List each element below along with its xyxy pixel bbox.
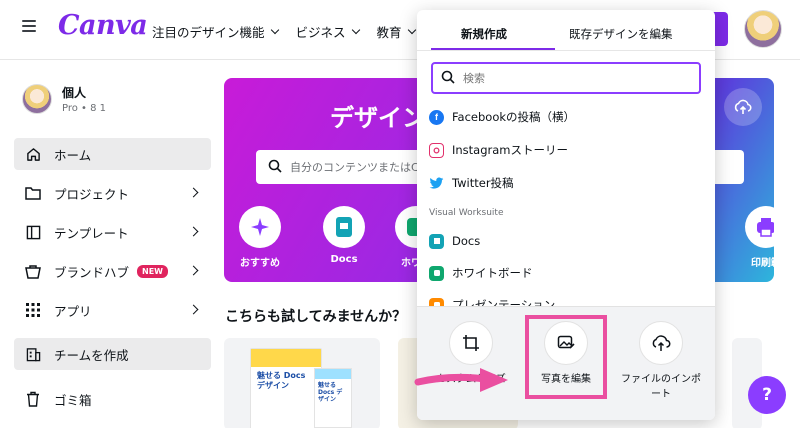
profile[interactable]: 個人 Pro • ⁠8 1 [22,84,106,114]
docs-thumbnail: 魅せる Docs デザイン [250,348,322,428]
sidebar-item-templates[interactable]: テンプレート [14,216,211,248]
category-label: 印刷範 [751,258,774,269]
custom-size-icon [449,321,493,365]
docs-thumbnail-small: 魅せる Docs デザイン [314,368,352,428]
hero-search-placeholder: 自分のコンテンツまたはC [290,161,419,174]
list-item-label: Twitter投稿 [452,176,514,190]
folder-icon [24,184,42,202]
list-item-label: ホワイトボード [452,266,533,280]
list-item-instagram-story[interactable]: Instagramストーリー [429,139,568,161]
category-label: おすすめ [240,258,280,269]
avatar [22,84,52,114]
menu-icon[interactable] [22,20,36,32]
home-icon [24,145,42,163]
sparkle-icon [239,206,281,248]
category-print[interactable]: 印刷範 [738,206,774,269]
highlight-box [525,315,607,399]
sidebar-item-brand-hub[interactable]: ブランドハブ NEW [14,255,211,287]
hero-title: デザイン [330,104,426,132]
import-file-button[interactable]: ファイルのインポート [619,321,703,402]
docs-template-card[interactable]: 魅せる Docs デザイン 魅せる Docs デザイン [224,338,380,428]
apps-icon [24,301,42,319]
sidebar-item-projects[interactable]: プロジェクト [14,177,211,209]
twitter-icon [429,176,444,191]
chevron-down-icon [351,25,360,35]
search-icon [441,69,455,88]
docs-icon [323,206,365,248]
list-item-docs[interactable]: Docs [429,230,480,252]
sidebar-item-label: プロジェクト [54,186,130,202]
dropdown-search[interactable] [431,62,701,94]
group-label-visual-worksuite: Visual Worksuite [429,208,504,218]
print-icon [745,206,774,248]
canva-logo[interactable]: Canva [58,10,148,41]
chevron-right-icon [188,187,199,198]
nav-featured-label: 注目のデザイン機能 [152,25,265,40]
chevron-right-icon [188,304,199,315]
whiteboard-icon [429,265,444,281]
docs-thumbnail-title-small: 魅せる Docs デザイン [318,382,343,404]
help-button[interactable]: ? [748,376,786,414]
sidebar-item-label: ホーム [54,147,92,163]
template-icon [24,223,42,241]
category-recommended[interactable]: おすすめ [232,206,288,269]
docs-thumbnail-title: 魅せる Docs デザイン [257,371,306,390]
category-label: Docs [330,254,358,265]
chevron-down-icon [270,25,279,35]
profile-name: 個人 [62,86,87,100]
sidebar: 個人 Pro • ⁠8 1 ホーム プロジェクト テンプレート ブランドハブ N… [0,60,225,428]
section-title: こちらも試してみませんか？ [225,309,407,325]
sidebar-item-label: ブランドハブ [54,264,130,280]
tab-create-new[interactable]: 新規作成 [461,26,507,42]
docs-icon [429,233,444,249]
tab-edit-existing[interactable]: 既存デザインを編集 [569,26,673,42]
profile-plan: Pro • ⁠8 1 [62,103,107,114]
sidebar-item-trash[interactable]: ゴミ箱 [14,383,211,415]
sidebar-item-label: アプリ [54,303,92,319]
new-badge: NEW [137,264,168,278]
sidebar-item-home[interactable]: ホーム [14,138,211,170]
team-icon [24,345,42,363]
list-item-label: Docs [452,234,481,248]
list-item-label: Facebookの投稿（横） [452,110,576,124]
chevron-right-icon [188,265,199,276]
category-docs[interactable]: Docs [316,206,372,265]
search-icon [268,158,282,177]
nav-education[interactable]: 教育 [376,22,416,41]
sidebar-item-apps[interactable]: アプリ [14,294,211,326]
user-avatar[interactable] [744,10,782,48]
chevron-right-icon [188,226,199,237]
chevron-down-icon [407,25,416,35]
nav-business-label: ビジネス [295,25,346,40]
instagram-icon [429,142,444,158]
nav-education-label: 教育 [376,25,402,40]
list-item-whiteboard[interactable]: ホワイトボード [429,262,533,284]
divider [417,50,715,51]
sidebar-item-label: ゴミ箱 [54,392,92,408]
nav-featured[interactable]: 注目のデザイン機能 [152,22,279,41]
sidebar-item-label: チームを作成 [54,347,129,363]
sidebar-item-create-team[interactable]: チームを作成 [14,338,211,370]
dropdown-search-input[interactable] [463,71,683,85]
list-item-twitter-post[interactable]: Twitter投稿 [429,172,514,194]
nav-business[interactable]: ビジネス [295,22,360,41]
upload-icon[interactable] [724,88,762,126]
trash-icon [24,390,42,408]
brand-icon [24,262,42,280]
import-file-icon [639,321,683,365]
facebook-icon: f [429,109,444,125]
import-file-label: ファイルのインポート [621,374,701,400]
list-item-facebook-post[interactable]: f Facebookの投稿（横） [429,106,575,128]
arrow-annotation-icon [414,368,508,392]
dropdown-tabs: 新規作成 既存デザインを編集 [417,10,715,52]
list-item-label: Instagramストーリー [452,143,569,157]
create-dropdown: 新規作成 既存デザインを編集 f Facebookの投稿（横） Instagra… [417,10,715,420]
top-nav: 注目のデザイン機能 ビジネス 教育 [152,22,416,41]
sidebar-item-label: テンプレート [54,225,129,241]
